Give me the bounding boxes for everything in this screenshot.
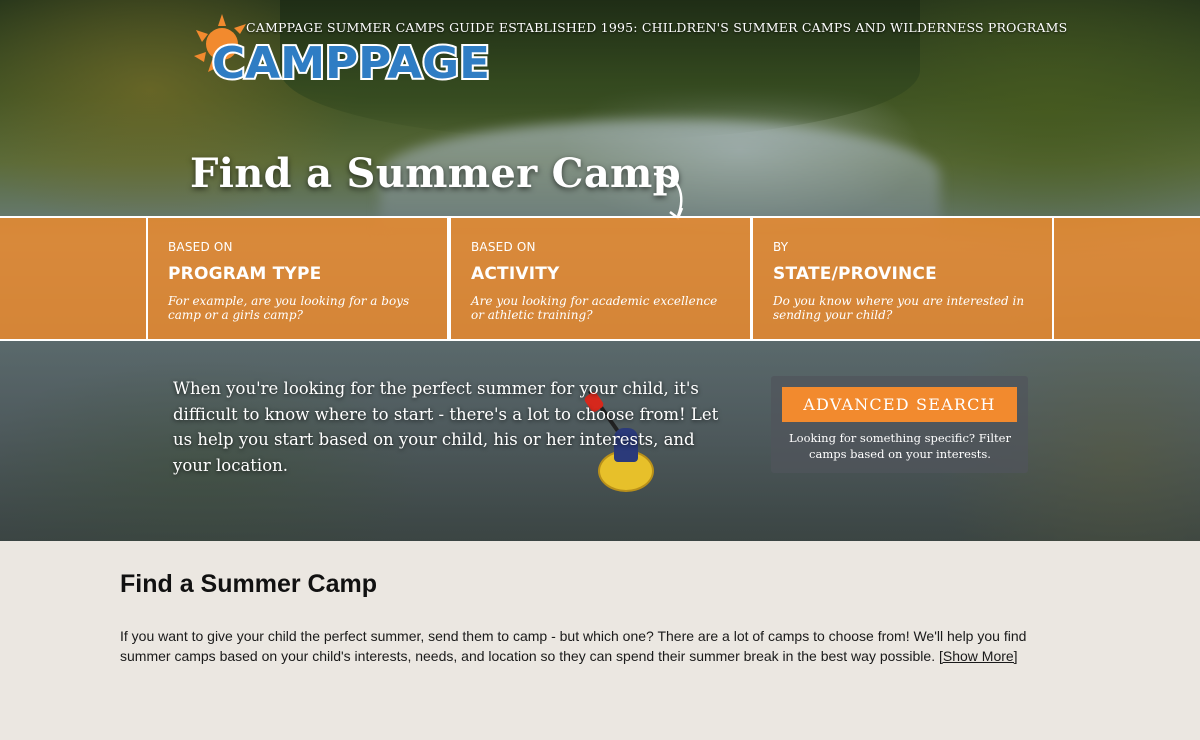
advanced-search-button[interactable]: ADVANCED SEARCH — [782, 387, 1017, 422]
tile-description: Do you know where you are interested in … — [773, 294, 1025, 322]
tile-description: Are you looking for academic excellence … — [471, 294, 718, 322]
hero-title: Find a Summer Camp — [190, 150, 681, 197]
advanced-search-note: Looking for something specific? Filter c… — [789, 431, 1011, 461]
tile-kicker: BASED ON — [471, 240, 536, 254]
tile-description: For example, are you looking for a boys … — [168, 294, 410, 322]
section-title: Find a Summer Camp — [120, 570, 377, 598]
logo-text: CAMPPAGE — [212, 38, 490, 89]
tile-heading: STATE/PROVINCE — [773, 264, 937, 284]
section-body: If you want to give your child the perfe… — [120, 626, 1080, 666]
hero-copy: When you're looking for the perfect summ… — [173, 379, 719, 475]
tile-heading: PROGRAM TYPE — [168, 264, 322, 284]
tile-kicker: BY — [773, 240, 789, 254]
show-more-link[interactable]: [Show More] — [939, 648, 1018, 664]
tile-heading: ACTIVITY — [471, 264, 560, 284]
tile-activity[interactable]: BASED ON ACTIVITY Are you looking for ac… — [449, 216, 752, 341]
tile-kicker: BASED ON — [168, 240, 233, 254]
tile-state-province[interactable]: BY STATE/PROVINCE Do you know where you … — [751, 216, 1054, 341]
section-body-text: If you want to give your child the perfe… — [120, 628, 1027, 664]
site-tagline: CAMPPAGE SUMMER CAMPS GUIDE ESTABLISHED … — [246, 20, 1068, 35]
tile-program-type[interactable]: BASED ON PROGRAM TYPE For example, are y… — [146, 216, 449, 341]
